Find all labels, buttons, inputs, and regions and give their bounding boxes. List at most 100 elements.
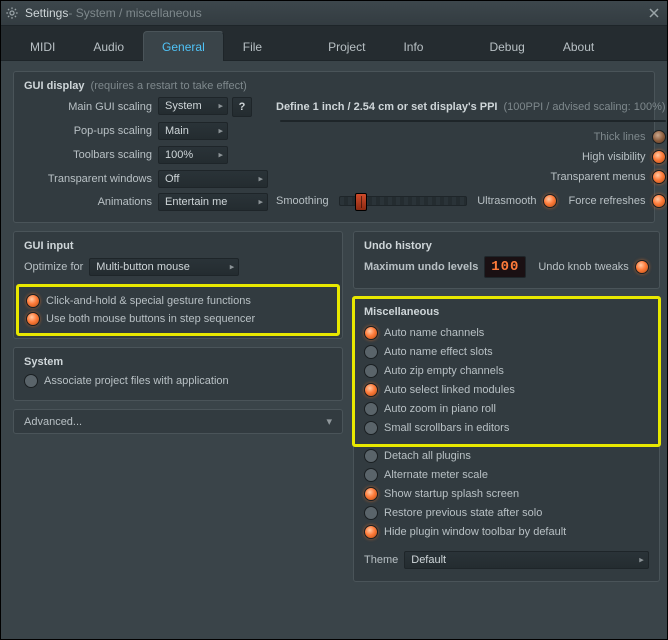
dropdown-theme[interactable]: Default▸	[404, 551, 649, 569]
tab-audio[interactable]: Audio	[74, 31, 143, 61]
tab-general[interactable]: General	[143, 31, 224, 61]
radio-icon	[364, 449, 378, 463]
dropdown-transparent-windows-value: Off	[165, 173, 179, 185]
dropdown-optimize-for[interactable]: Multi-button mouse▸	[89, 258, 239, 276]
toggle-misc-0-label: Auto name channels	[384, 327, 484, 339]
toggle-misc-4-label: Auto zoom in piano roll	[384, 403, 496, 415]
content: GUI display (requires a restart to take …	[1, 61, 667, 640]
dropdown-toolbars-scaling[interactable]: 100% ▸	[158, 146, 228, 164]
label-theme: Theme	[364, 554, 398, 566]
toggle-associate-files[interactable]: Associate project files with application	[24, 372, 332, 390]
group-title-system: System	[24, 356, 332, 368]
toggle-misc-extra-3[interactable]: Restore previous state after solo	[364, 504, 649, 522]
ppi-ruler[interactable]	[280, 120, 666, 122]
radio-icon	[364, 364, 378, 378]
tab-midi[interactable]: MIDI	[11, 31, 74, 61]
dropdown-main-scaling[interactable]: System▸	[158, 97, 228, 115]
toggle-misc-2-label: Auto zip empty channels	[384, 365, 504, 377]
label-ppi: Define 1 inch / 2.54 cm or set display's…	[276, 101, 497, 113]
radio-icon	[364, 487, 378, 501]
gear-icon	[5, 6, 19, 20]
toggle-high-visibility[interactable]: High visibility	[582, 148, 666, 166]
toggle-misc-5[interactable]: Small scrollbars in editors	[364, 419, 649, 437]
toggle-misc-3[interactable]: Auto select linked modules	[364, 381, 649, 399]
radio-icon	[652, 194, 666, 208]
tabbar: MIDI Audio General File Project Info Deb…	[1, 26, 667, 61]
tab-debug[interactable]: Debug	[470, 31, 543, 61]
radio-icon	[364, 525, 378, 539]
chevron-right-icon: ▸	[258, 197, 263, 208]
toggle-misc-4[interactable]: Auto zoom in piano roll	[364, 400, 649, 418]
chevron-right-icon: ▸	[218, 100, 223, 111]
label-popups-scaling: Pop-ups scaling	[24, 125, 152, 137]
settings-window: Settings - System / miscellaneous MIDI A…	[0, 0, 668, 640]
toggle-thick-lines[interactable]: Thick lines	[594, 128, 666, 146]
help-button[interactable]: ?	[232, 97, 252, 117]
toggle-misc-extra-3-label: Restore previous state after solo	[384, 507, 542, 519]
toggle-misc-extra-0-label: Detach all plugins	[384, 450, 471, 462]
toggle-transparent-menus[interactable]: Transparent menus	[551, 168, 666, 186]
toggle-misc-extra-1[interactable]: Alternate meter scale	[364, 466, 649, 484]
toggle-misc-extra-4[interactable]: Hide plugin window toolbar by default	[364, 523, 649, 541]
dropdown-animations[interactable]: Entertain me ▸	[158, 193, 268, 211]
chevron-right-icon: ▸	[258, 173, 263, 184]
toggle-misc-1[interactable]: Auto name effect slots	[364, 343, 649, 361]
radio-icon	[635, 260, 649, 274]
toggle-misc-0[interactable]: Auto name channels	[364, 324, 649, 342]
radio-icon	[364, 468, 378, 482]
group-title-undo: Undo history	[364, 240, 649, 252]
toggle-misc-extra-4-label: Hide plugin window toolbar by default	[384, 526, 566, 538]
toggle-click-and-hold[interactable]: Click-and-hold & special gesture functio…	[26, 292, 330, 310]
highlight-input-toggles: Click-and-hold & special gesture functio…	[18, 286, 338, 334]
radio-icon	[364, 383, 378, 397]
tab-info[interactable]: Info	[384, 31, 442, 61]
smoothing-slider[interactable]	[339, 196, 468, 206]
label-toolbars-scaling: Toolbars scaling	[24, 149, 152, 161]
toggle-undo-knob-tweaks[interactable]: Undo knob tweaks	[538, 258, 649, 276]
dropdown-transparent-windows[interactable]: Off ▸	[158, 170, 268, 188]
slider-thumb[interactable]	[355, 193, 367, 211]
label-associate-files: Associate project files with application	[44, 375, 229, 387]
close-button[interactable]	[645, 4, 663, 22]
tab-about[interactable]: About	[544, 31, 613, 61]
radio-icon	[364, 421, 378, 435]
toggle-misc-extra-0[interactable]: Detach all plugins	[364, 447, 649, 465]
group-title-gui-hint: (requires a restart to take effect)	[91, 80, 247, 92]
window-title: Settings	[25, 6, 68, 20]
toggle-both-mouse-buttons[interactable]: Use both mouse buttons in step sequencer	[26, 310, 330, 328]
chevron-right-icon: ▸	[230, 262, 235, 273]
radio-icon	[364, 326, 378, 340]
tab-file[interactable]: File	[224, 31, 281, 61]
toggle-misc-extra-2-label: Show startup splash screen	[384, 488, 519, 500]
toggle-ultrasmooth[interactable]: Ultrasmooth	[477, 192, 556, 210]
group-undo-history: Undo history Maximum undo levels 100 Und…	[353, 231, 660, 289]
dropdown-popups-scaling-value: Main	[165, 125, 189, 137]
radio-icon	[364, 402, 378, 416]
group-gui-input: GUI input Optimize for Multi-button mous…	[13, 231, 343, 339]
ppi-row: Define 1 inch / 2.54 cm or set display's…	[276, 96, 666, 118]
label-transparent-windows: Transparent windows	[24, 173, 152, 185]
radio-icon	[24, 374, 38, 388]
toggle-misc-5-label: Small scrollbars in editors	[384, 422, 509, 434]
dropdown-theme-value: Default	[411, 554, 446, 566]
chevron-right-icon: ▸	[218, 149, 223, 160]
toggle-misc-extra-2[interactable]: Show startup splash screen	[364, 485, 649, 503]
label-undo-knob: Undo knob tweaks	[538, 261, 629, 273]
radio-icon	[364, 345, 378, 359]
dropdown-animations-value: Entertain me	[165, 196, 227, 208]
label-main-scaling: Main GUI scaling	[24, 101, 152, 113]
radio-icon	[652, 130, 666, 144]
toggle-misc-1-label: Auto name effect slots	[384, 346, 493, 358]
toggle-misc-2[interactable]: Auto zip empty channels	[364, 362, 649, 380]
group-miscellaneous: Miscellaneous Auto name channelsAuto nam…	[353, 297, 660, 582]
label-max-undo: Maximum undo levels	[364, 261, 478, 273]
max-undo-levels-input[interactable]: 100	[484, 256, 526, 278]
toggle-misc-extra-1-label: Alternate meter scale	[384, 469, 488, 481]
breadcrumb: - System / miscellaneous	[68, 6, 201, 20]
label-force-refreshes: Force refreshes	[569, 195, 646, 207]
dropdown-popups-scaling[interactable]: Main▸	[158, 122, 228, 140]
dropdown-toolbars-scaling-value: 100%	[165, 149, 193, 161]
tab-project[interactable]: Project	[309, 31, 384, 61]
advanced-expander[interactable]: Advanced... ▾	[13, 409, 343, 434]
toggle-force-refreshes[interactable]: Force refreshes	[569, 192, 666, 210]
